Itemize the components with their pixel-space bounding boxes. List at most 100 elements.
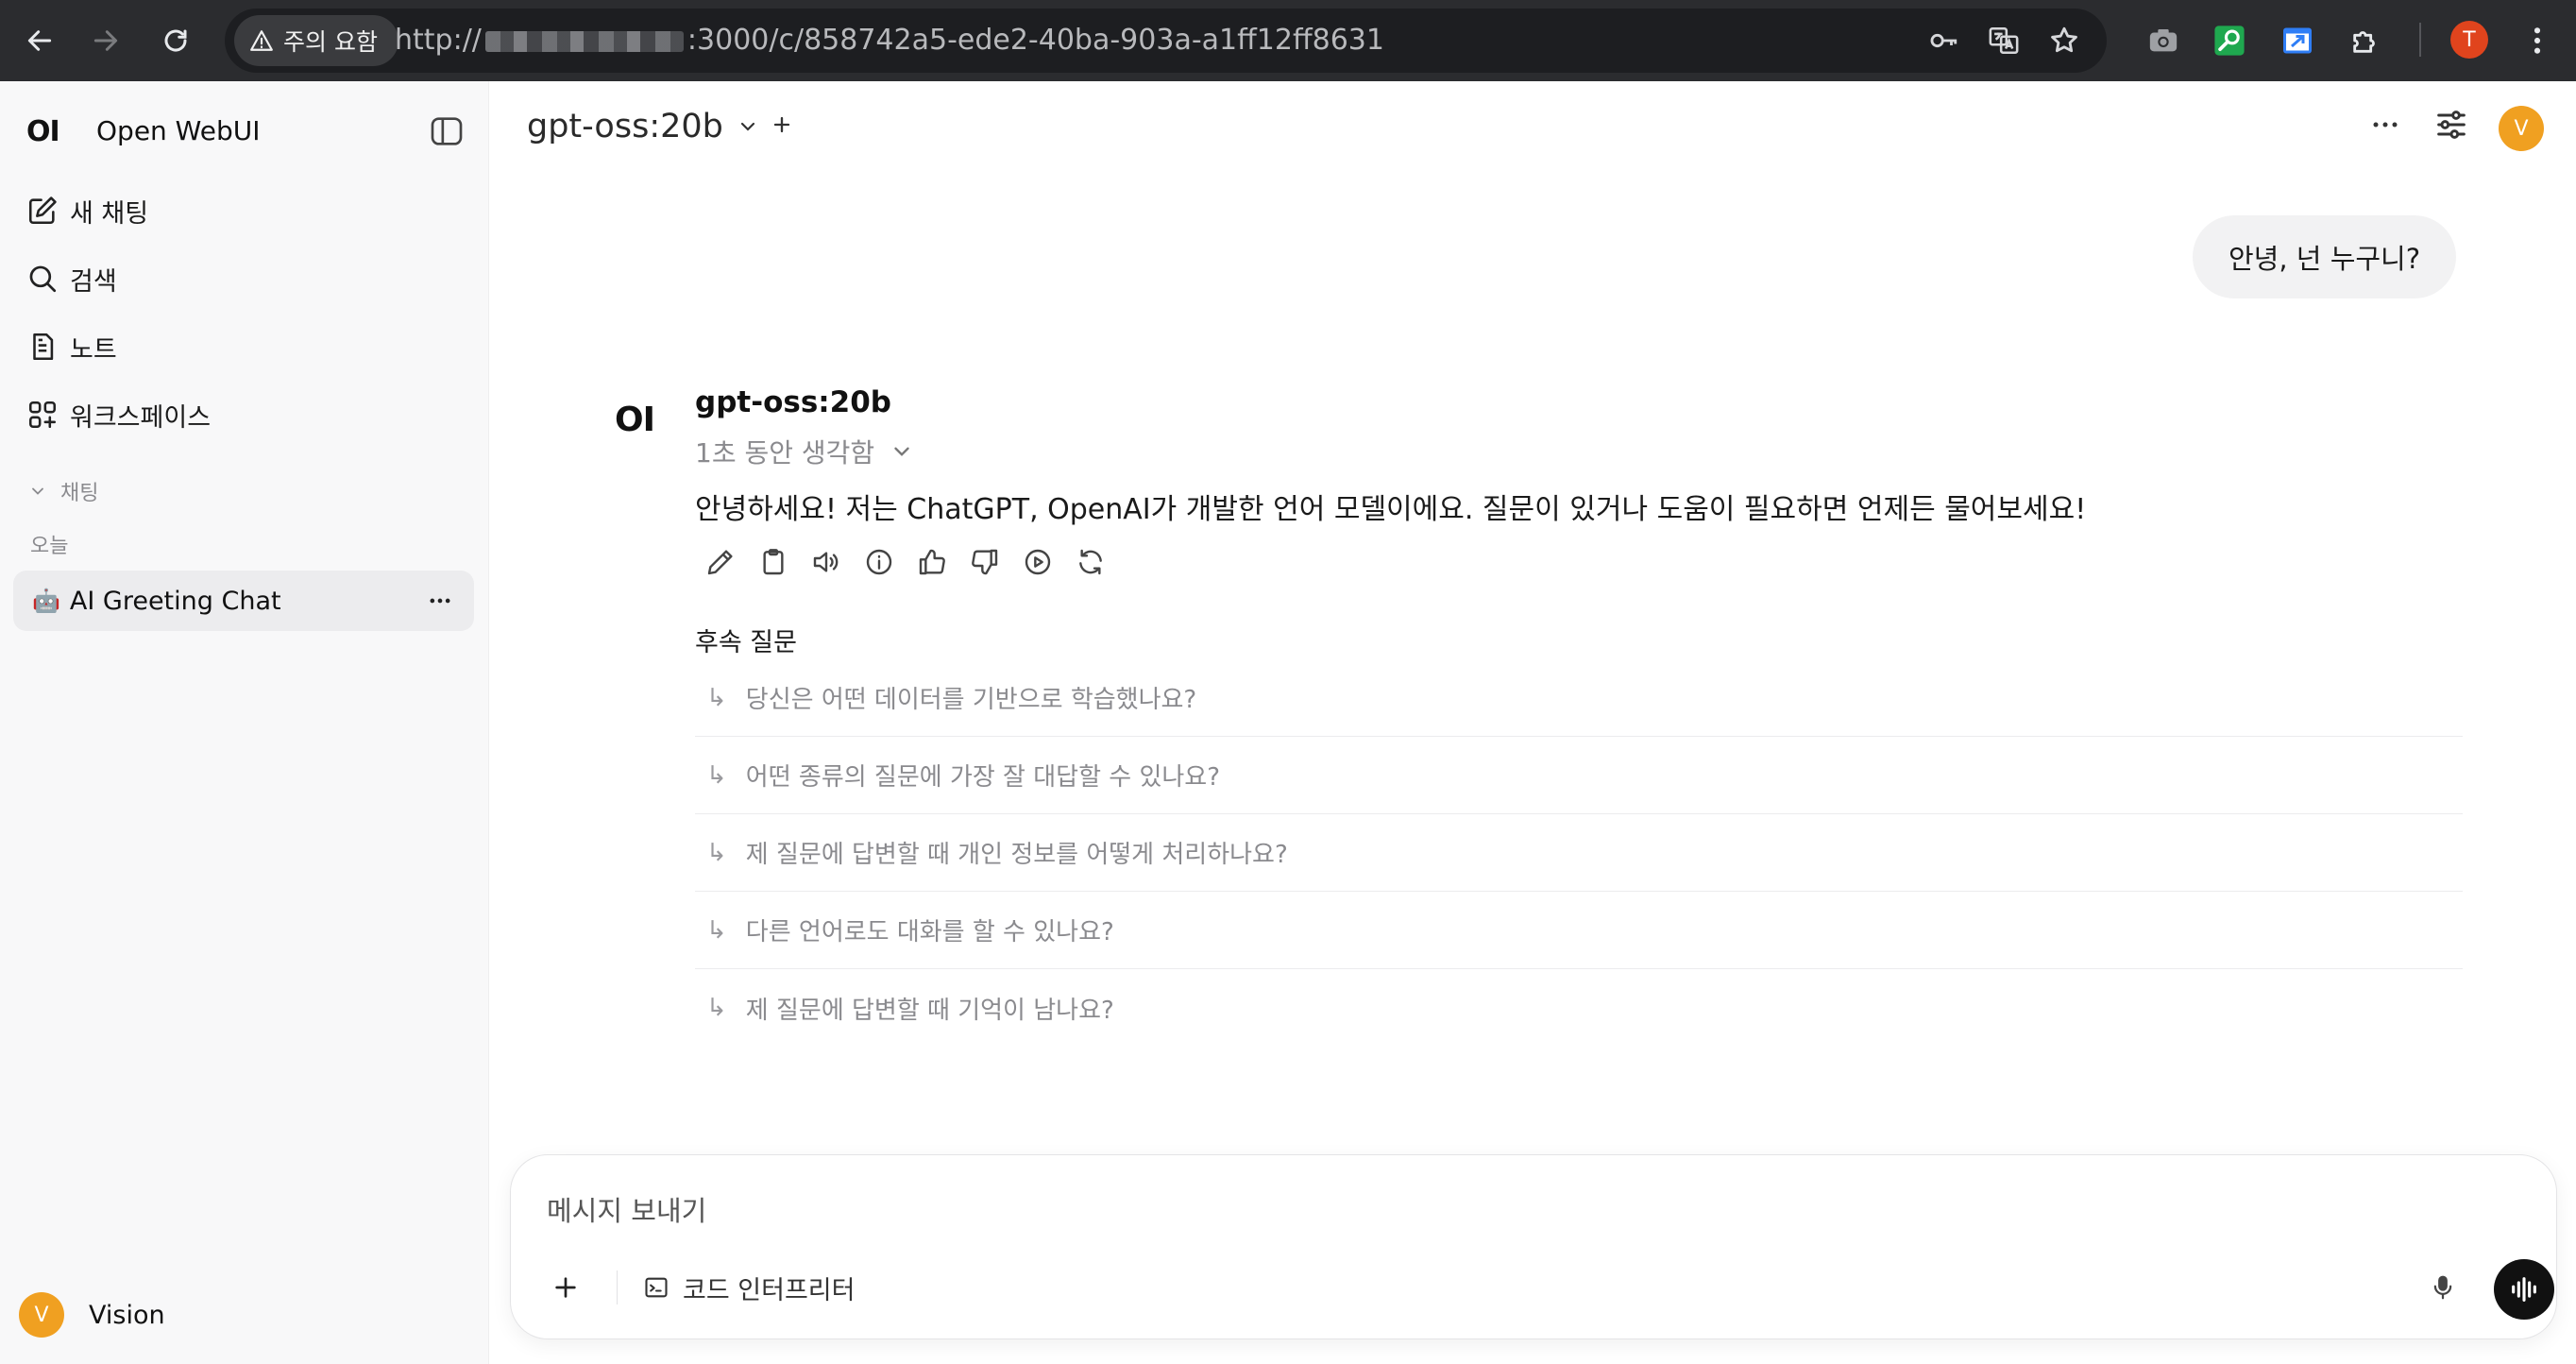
model-selector[interactable]: gpt-oss:20b <box>527 108 759 145</box>
user-menu[interactable]: V Vision <box>19 1292 165 1338</box>
thumbs-up-icon <box>917 547 947 577</box>
audio-waveform-icon <box>2508 1273 2540 1305</box>
return-arrow-icon: ↳ <box>706 760 727 790</box>
chat-list-item[interactable]: 🤖 AI Greeting Chat <box>13 571 474 631</box>
search-extension-icon[interactable] <box>2208 19 2251 62</box>
attach-button[interactable] <box>539 1261 592 1314</box>
followup-suggestion[interactable]: ↳ 다른 언어로도 대화를 할 수 있나요? <box>695 892 2463 969</box>
avatar: V <box>19 1292 64 1338</box>
sliders-icon <box>2432 106 2470 144</box>
chat-options-button[interactable] <box>427 588 453 614</box>
assistant-avatar: OI <box>615 401 655 439</box>
good-response-button[interactable] <box>914 544 950 580</box>
user-name: Vision <box>89 1300 165 1330</box>
followup-text: 제 질문에 답변할 때 개인 정보를 어떻게 처리하나요? <box>745 841 1288 869</box>
more-horizontal-icon <box>2366 106 2404 144</box>
bookmark-star-icon[interactable] <box>2045 22 2083 60</box>
model-name: gpt-oss:20b <box>527 108 723 145</box>
forward-button[interactable] <box>77 12 134 69</box>
browser-profile-avatar[interactable]: T <box>2450 21 2488 59</box>
extensions-puzzle-icon[interactable] <box>2344 19 2387 62</box>
continue-response-button[interactable] <box>1020 544 1056 580</box>
followup-text: 제 질문에 답변할 때 기억이 남나요? <box>745 996 1114 1025</box>
arrow-left-icon <box>25 26 55 56</box>
search-icon <box>15 263 70 295</box>
reload-icon <box>161 26 190 55</box>
url-text[interactable]: http://:3000/c/858742a5-ede2-40ba-903a-a… <box>395 9 1384 73</box>
add-model-button[interactable] <box>769 111 795 138</box>
return-arrow-icon: ↳ <box>706 994 727 1022</box>
message-input[interactable]: 메시지 보내기 <box>547 1189 706 1229</box>
assistant-name: gpt-oss:20b <box>695 385 891 419</box>
password-key-icon[interactable] <box>1924 22 1962 60</box>
security-label: 주의 요함 <box>283 28 378 56</box>
read-aloud-button[interactable] <box>808 544 844 580</box>
sidebar-toggle-button[interactable] <box>428 112 466 150</box>
info-icon <box>864 547 894 577</box>
sidebar-panel-icon <box>428 112 466 150</box>
return-arrow-icon: ↳ <box>706 915 727 945</box>
app-name: Open WebUI <box>96 115 261 146</box>
window-extension-icon[interactable] <box>2276 19 2319 62</box>
followup-suggestion[interactable]: ↳ 제 질문에 답변할 때 기억이 남나요? <box>695 969 2463 1047</box>
voice-mode-button[interactable] <box>2494 1259 2554 1320</box>
reload-button[interactable] <box>147 12 204 69</box>
followup-suggestion[interactable]: ↳ 제 질문에 답변할 때 개인 정보를 어떻게 처리하나요? <box>695 814 2463 892</box>
sidebar-item-label: 검색 <box>70 266 117 297</box>
clipboard-icon <box>758 547 788 577</box>
sidebar: OI Open WebUI 새 채팅 검색 노트 워크스페이스 채팅 오늘 🤖 … <box>0 81 489 1364</box>
generation-info-button[interactable] <box>861 544 897 580</box>
followup-list: ↳ 당신은 어떤 데이터를 기반으로 학습했나요? ↳ 어떤 종류의 질문에 가… <box>695 659 2463 1047</box>
avatar[interactable]: V <box>2499 106 2544 151</box>
translate-icon[interactable] <box>1985 22 2023 60</box>
plus-icon <box>769 111 795 138</box>
assistant-message-text: 안녕하세요! 저는 ChatGPT, OpenAI가 개발한 언어 모델이에요.… <box>695 493 2087 526</box>
followup-suggestion[interactable]: ↳ 당신은 어떤 데이터를 기반으로 학습했나요? <box>695 659 2463 737</box>
sidebar-item-label: 노트 <box>70 334 117 365</box>
chat-section-toggle[interactable]: 채팅 <box>28 476 98 506</box>
chevron-down-icon <box>737 115 759 138</box>
speaker-icon <box>811 547 841 577</box>
terminal-icon <box>643 1274 669 1301</box>
sidebar-item-label: 새 채팅 <box>70 198 149 229</box>
regenerate-button[interactable] <box>1073 544 1109 580</box>
browser-toolbar: 주의 요함 http://:3000/c/858742a5-ede2-40ba-… <box>0 0 2576 81</box>
redacted-host <box>484 30 684 52</box>
sidebar-item-new-chat[interactable]: 새 채팅 <box>15 181 474 240</box>
warning-icon <box>249 28 274 53</box>
thumbs-down-icon <box>970 547 1000 577</box>
camera-extension-icon[interactable] <box>2142 19 2185 62</box>
return-arrow-icon: ↳ <box>706 683 727 712</box>
browser-menu-icon[interactable] <box>2516 19 2559 62</box>
more-options-button[interactable] <box>2366 106 2404 144</box>
workspace-icon <box>15 399 70 431</box>
edit-icon <box>15 195 70 227</box>
message-actions <box>703 544 1109 580</box>
edit-message-button[interactable] <box>703 544 738 580</box>
thinking-label: 1초 동안 생각함 <box>695 437 875 469</box>
followup-suggestion[interactable]: ↳ 어떤 종류의 질문에 가장 잘 대답할 수 있나요? <box>695 737 2463 814</box>
address-bar[interactable]: 주의 요함 http://:3000/c/858742a5-ede2-40ba-… <box>225 9 2107 73</box>
section-label: 채팅 <box>60 482 99 505</box>
bad-response-button[interactable] <box>967 544 1003 580</box>
chevron-down-icon <box>28 482 47 501</box>
thinking-toggle[interactable]: 1초 동안 생각함 <box>695 433 914 470</box>
chat-title: AI Greeting Chat <box>69 586 281 616</box>
chat-controls-button[interactable] <box>2432 106 2470 144</box>
code-interpreter-toggle[interactable]: 코드 인터프리터 <box>634 1261 864 1314</box>
back-button[interactable] <box>11 12 68 69</box>
plus-icon <box>551 1272 581 1303</box>
more-horizontal-icon <box>427 588 453 614</box>
app-logo[interactable]: OI <box>26 115 60 148</box>
followup-text: 다른 언어로도 대화를 할 수 있나요? <box>745 918 1114 946</box>
return-arrow-icon: ↳ <box>706 838 727 867</box>
dictate-button[interactable] <box>2416 1261 2469 1314</box>
sidebar-item-workspace[interactable]: 워크스페이스 <box>15 385 474 444</box>
copy-button[interactable] <box>755 544 791 580</box>
play-circle-icon <box>1023 547 1053 577</box>
pencil-icon <box>705 547 736 577</box>
sidebar-item-notes[interactable]: 노트 <box>15 317 474 376</box>
sidebar-item-search[interactable]: 검색 <box>15 249 474 308</box>
security-chip[interactable]: 주의 요함 <box>234 15 398 66</box>
user-message-bubble: 안녕, 넌 누구니? <box>2193 215 2457 298</box>
